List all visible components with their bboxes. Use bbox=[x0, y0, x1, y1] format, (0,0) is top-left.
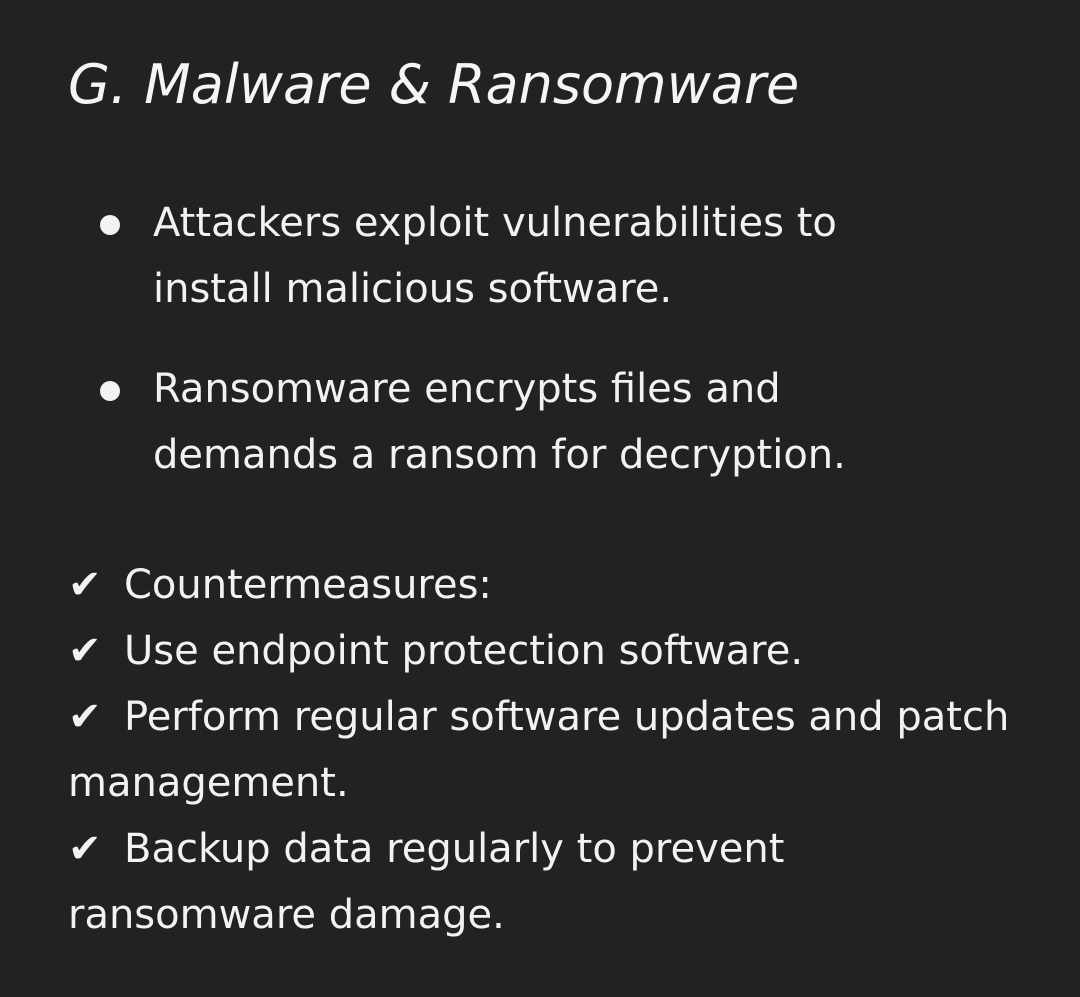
checkmark-icon: ✔ bbox=[68, 562, 102, 608]
checkmark-icon: ✔ bbox=[68, 694, 102, 740]
countermeasures-block: ✔ Countermeasures: ✔ Use endpoint protecti… bbox=[68, 552, 1028, 948]
bullet-dot-icon bbox=[100, 215, 120, 235]
countermeasure-item: ✔ Use endpoint protection software. bbox=[68, 618, 1028, 684]
bullet-text: Ransomware encrypts files and demands a … bbox=[153, 366, 846, 478]
countermeasure-item: ✔ Perform regular software updates and pa… bbox=[68, 684, 1028, 816]
bullet-dot-icon bbox=[100, 381, 120, 401]
countermeasure-text: Use endpoint protection software. bbox=[124, 628, 804, 674]
page: G. Malware & Ransomware Attackers exploi… bbox=[0, 0, 1080, 997]
bullet-text: Attackers exploit vulnerabilities to ins… bbox=[153, 200, 837, 312]
bullet-list: Attackers exploit vulnerabilities to ins… bbox=[0, 190, 913, 522]
checkmark-icon: ✔ bbox=[68, 628, 102, 674]
section-title: G. Malware & Ransomware bbox=[68, 53, 800, 116]
countermeasure-item: ✔ Backup data regularly to prevent ransom… bbox=[68, 816, 1028, 948]
checkmark-icon: ✔ bbox=[68, 826, 102, 872]
countermeasures-label: Countermeasures: bbox=[124, 562, 492, 608]
countermeasure-text: Perform regular software updates and pat… bbox=[68, 694, 1010, 806]
countermeasure-text: Backup data regularly to prevent ransomw… bbox=[68, 826, 785, 938]
list-item: Attackers exploit vulnerabilities to ins… bbox=[0, 190, 913, 322]
countermeasures-heading: ✔ Countermeasures: bbox=[68, 552, 1028, 618]
list-item: Ransomware encrypts files and demands a … bbox=[0, 356, 913, 488]
